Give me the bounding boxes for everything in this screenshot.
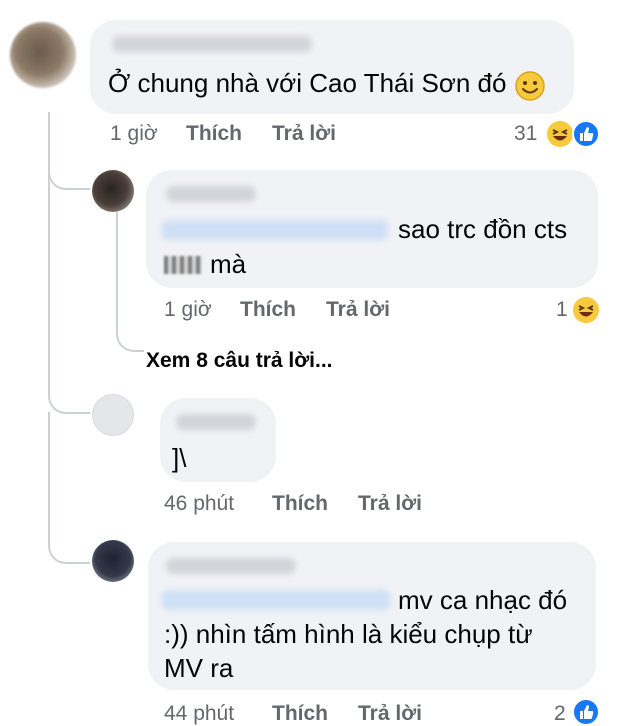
like-reaction-icon [572,120,600,148]
comment-time[interactable]: 44 phút [164,702,234,726]
avatar[interactable] [10,22,76,88]
like-reaction-icon [572,698,600,726]
mention-tag[interactable] [162,220,388,240]
commenter-name[interactable] [166,558,296,574]
reaction-count[interactable]: 2 [554,702,566,726]
mention-tag[interactable] [162,590,390,610]
like-button[interactable]: Thích [240,298,296,322]
censored-word [164,256,202,274]
commenter-name[interactable] [112,36,312,52]
reaction-count[interactable]: 31 [514,122,537,146]
comment-time[interactable]: 1 giờ [110,122,158,146]
view-more-replies-link[interactable]: Xem 8 câu trả lời... [146,349,333,373]
comment-text: Ở chung nhà với Cao Thái Sơn đó [108,68,507,98]
haha-reaction-icon [547,121,573,147]
comment-text-line: MV ra [164,653,234,683]
thread-line [116,212,144,352]
avatar[interactable] [92,540,134,582]
comment-text-line: mà [210,249,247,279]
thread-line [48,150,90,414]
haha-reaction-icon [573,297,599,323]
thread-line [48,412,90,564]
comment-time[interactable]: 1 giờ [164,298,212,322]
like-button[interactable]: Thích [272,492,328,516]
like-button[interactable]: Thích [272,702,328,726]
reply-button[interactable]: Trả lời [358,702,422,726]
commenter-name[interactable] [166,186,256,202]
reply-button[interactable]: Trả lời [272,122,336,146]
avatar[interactable] [92,394,134,436]
comment-time[interactable]: 46 phút [164,492,234,516]
avatar[interactable] [92,170,134,212]
reply-button[interactable]: Trả lời [326,298,390,322]
smile-emoji-icon [515,71,545,101]
commenter-name[interactable] [176,414,256,430]
comment-text-line: mv ca nhạc đó [398,585,568,615]
reply-button[interactable]: Trả lời [358,492,422,516]
like-button[interactable]: Thích [186,122,242,146]
reaction-count[interactable]: 1 [556,298,568,322]
comment-text-line: sao trc đồn cts [398,214,568,244]
comment-text-line: :)) nhìn tấm hình là kiểu chụp từ [164,619,533,649]
comment-text: ]\ [172,443,187,473]
